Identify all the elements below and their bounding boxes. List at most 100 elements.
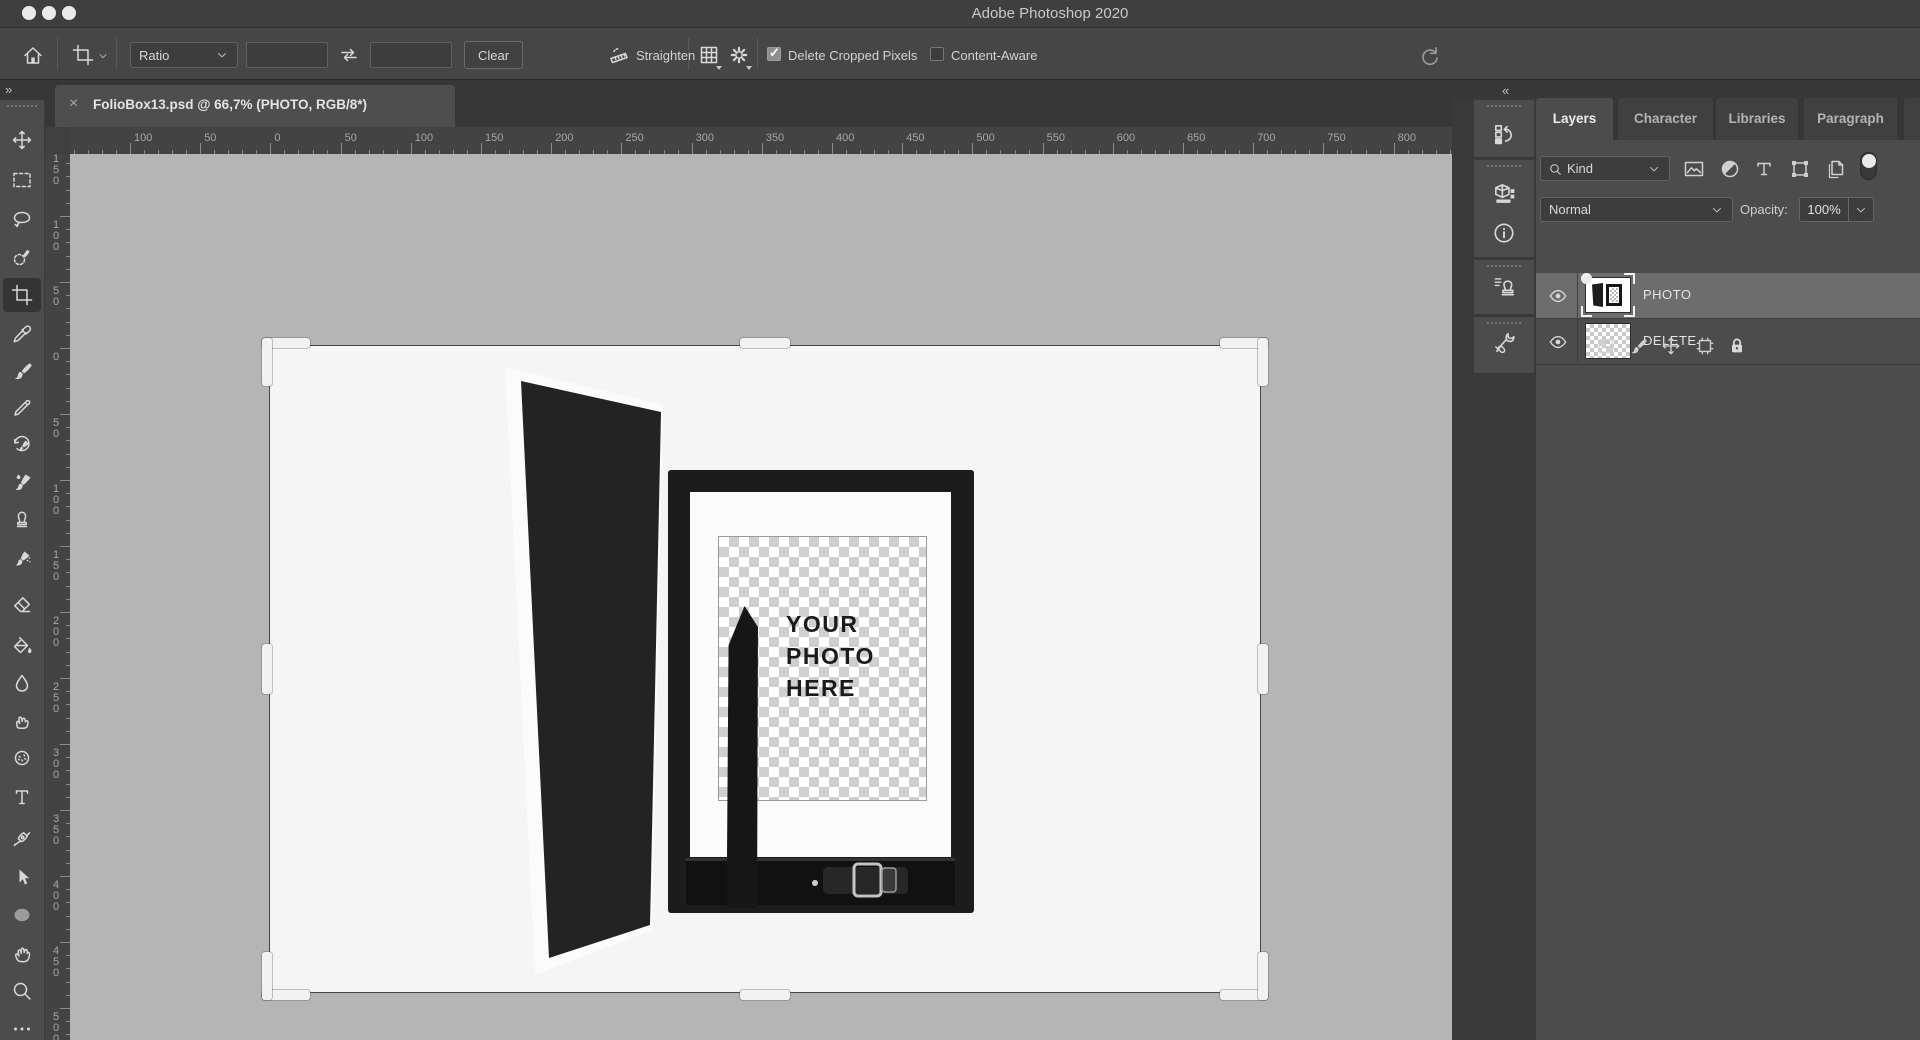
toolbar-gripper[interactable] [6, 104, 38, 108]
opacity-dropdown[interactable] [1849, 197, 1874, 222]
delete-cropped-pixels-label[interactable]: Delete Cropped Pixels [788, 48, 917, 63]
history-brush-tool[interactable] [11, 434, 33, 456]
tool-presets-panel-icon[interactable] [1492, 330, 1516, 354]
move-tool[interactable] [11, 129, 33, 151]
document-tab[interactable]: × FolioBox13.psd @ 66,7% (PHOTO, RGB/8*) [55, 85, 455, 127]
filter-smart-objects-icon[interactable] [1825, 158, 1847, 180]
ruler-label: 50 [45, 418, 67, 440]
crop-handle-top-left[interactable] [262, 338, 272, 386]
crop-height-input[interactable] [370, 42, 452, 68]
crop-handle-left[interactable] [262, 644, 272, 694]
sponge-tool[interactable] [11, 747, 33, 769]
crop-handle-bottom-left[interactable] [262, 952, 272, 1000]
hand-tool[interactable] [11, 942, 33, 964]
dock-gripper[interactable] [1486, 104, 1522, 108]
filter-shape-layers-icon[interactable] [1789, 158, 1811, 180]
filter-adjustment-layers-icon[interactable] [1719, 158, 1741, 180]
tab-paragraph[interactable]: Paragraph [1804, 98, 1897, 140]
eyedropper-tool[interactable] [11, 323, 33, 345]
straighten-icon[interactable] [608, 44, 630, 66]
canvas-area[interactable]: YOURPHOTOHERE [70, 154, 1452, 1040]
history-panel-icon[interactable] [1492, 122, 1516, 146]
pen-tool[interactable] [11, 827, 33, 849]
threed-panel-icon[interactable] [1492, 181, 1516, 205]
lock-paint-icon[interactable] [1628, 336, 1648, 356]
crop-handle-bottom[interactable] [740, 990, 790, 1000]
toolbar-expand-icon[interactable]: » [5, 82, 11, 97]
crop-tool-preset-icon[interactable] [72, 44, 94, 66]
blur-tool[interactable] [11, 672, 33, 694]
lock-transparency-icon[interactable] [1596, 336, 1616, 356]
quick-selection-tool[interactable] [11, 246, 33, 268]
minimize-window-button[interactable] [42, 6, 56, 20]
horizontal-ruler[interactable]: 1005005010015020025030035040045050055060… [70, 127, 1452, 155]
dock-gripper[interactable] [1486, 264, 1522, 268]
crop-handle-top[interactable] [740, 338, 790, 348]
smudge-tool[interactable] [11, 709, 33, 731]
zoom-window-button[interactable] [62, 6, 76, 20]
lock-all-icon[interactable] [1727, 336, 1747, 356]
ellipse-tool[interactable] [11, 904, 33, 926]
path-selection-tool[interactable] [11, 866, 33, 888]
dock-gripper[interactable] [1486, 321, 1522, 325]
blend-mode-select[interactable]: Normal [1540, 197, 1733, 222]
type-tool[interactable] [11, 786, 33, 808]
zoom-tool[interactable] [11, 980, 33, 1002]
crop-handle-top-right[interactable] [1258, 338, 1268, 386]
home-icon[interactable] [22, 44, 44, 66]
reset-icon[interactable] [1418, 44, 1440, 66]
crop-overlay-grid-icon[interactable] [698, 44, 720, 66]
close-window-button[interactable] [22, 6, 36, 20]
lasso-tool[interactable] [11, 208, 33, 230]
eraser-tool[interactable] [11, 594, 33, 616]
edit-toolbar-ellipsis[interactable] [11, 1018, 33, 1040]
crop-tool[interactable] [3, 278, 41, 312]
layer-row-photo[interactable]: PHOTO [1536, 273, 1920, 319]
tab-libraries[interactable]: Libraries [1716, 98, 1798, 140]
kind-filter-select[interactable]: Kind [1540, 156, 1670, 181]
crop-settings-gear-icon[interactable] [728, 44, 750, 66]
ruler-corner[interactable] [45, 127, 71, 155]
ruler-label: 450 [906, 132, 924, 144]
pencil-tool[interactable] [11, 397, 33, 419]
tab-layers[interactable]: Layers [1536, 98, 1613, 140]
crop-handle-bottom-right[interactable] [1258, 952, 1268, 1000]
close-tab-icon[interactable]: × [69, 95, 78, 113]
document-crop-region[interactable]: YOURPHOTOHERE [270, 346, 1260, 992]
chevron-down-icon[interactable] [97, 49, 109, 61]
dock-gripper[interactable] [1486, 164, 1522, 168]
opacity-value[interactable]: 100% [1799, 197, 1849, 222]
art-history-brush-tool[interactable] [11, 547, 33, 569]
lock-artboard-icon[interactable] [1695, 336, 1715, 356]
paint-bucket-tool[interactable] [11, 634, 33, 656]
swap-dimensions-icon[interactable] [338, 44, 360, 66]
content-aware-checkbox[interactable] [930, 47, 944, 61]
clone-source-panel-icon[interactable] [1492, 274, 1516, 298]
layer-name[interactable]: PHOTO [1643, 287, 1692, 302]
brush-tool[interactable] [11, 360, 33, 382]
lock-position-icon[interactable] [1661, 336, 1681, 356]
ruler-tick [762, 143, 763, 154]
crop-width-input[interactable] [246, 42, 328, 68]
info-panel-icon[interactable] [1492, 221, 1516, 245]
mixer-brush-tool[interactable] [11, 471, 33, 493]
layer-visibility-eye-icon[interactable] [1548, 332, 1568, 352]
ratio-select[interactable]: Ratio [130, 42, 238, 68]
ruler-tick [60, 876, 70, 877]
dock-expand-icon[interactable]: « [1502, 83, 1508, 98]
layer-thumbnail[interactable] [1586, 278, 1630, 312]
rectangular-marquee-tool[interactable] [11, 169, 33, 191]
filter-pixel-layers-icon[interactable] [1683, 158, 1705, 180]
tab-brushes[interactable]: Brushes [1904, 98, 1920, 140]
tab-character[interactable]: Character [1618, 98, 1713, 140]
content-aware-label[interactable]: Content-Aware [951, 48, 1037, 63]
delete-cropped-pixels-checkbox[interactable] [767, 47, 781, 61]
straighten-label[interactable]: Straighten [636, 48, 695, 63]
layer-visibility-eye-icon[interactable] [1548, 286, 1568, 306]
clear-button[interactable]: Clear [464, 41, 523, 69]
filter-toggle-switch[interactable] [1860, 152, 1877, 180]
crop-handle-right[interactable] [1258, 644, 1268, 694]
clone-stamp-tool[interactable] [11, 508, 33, 530]
vertical-ruler[interactable]: 15010050050100150200250300350400450500 [45, 154, 71, 1040]
filter-type-layers-icon[interactable] [1753, 158, 1775, 180]
